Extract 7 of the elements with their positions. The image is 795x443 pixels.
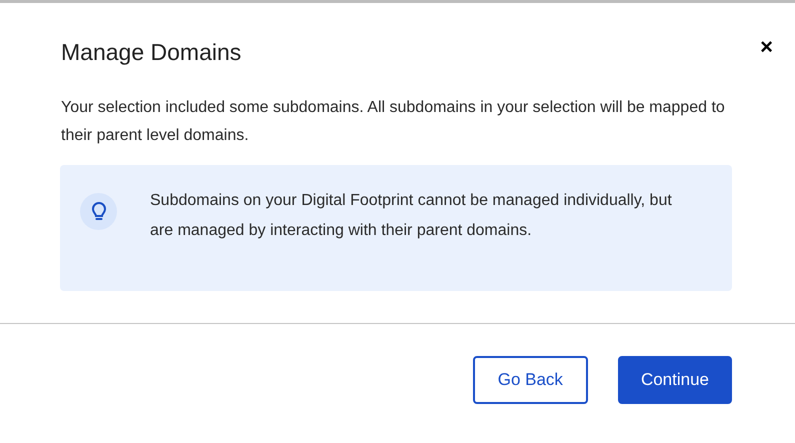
back-button[interactable]: Go Back [472, 356, 588, 404]
callout-text: Subdomains on your Digital Footprint cannot be managed individually, but are managed by interacting with their parent domains. [150, 191, 673, 241]
dialog-message: Your selection included some subdomains. All subdomains in your selection will be mapped to their parent level domains. [61, 98, 726, 146]
close-button[interactable]: × [760, 36, 773, 58]
dialog-title: Manage Domains [61, 38, 242, 67]
lightbulb-icon [80, 193, 117, 230]
continue-button[interactable]: Continue [618, 356, 732, 404]
